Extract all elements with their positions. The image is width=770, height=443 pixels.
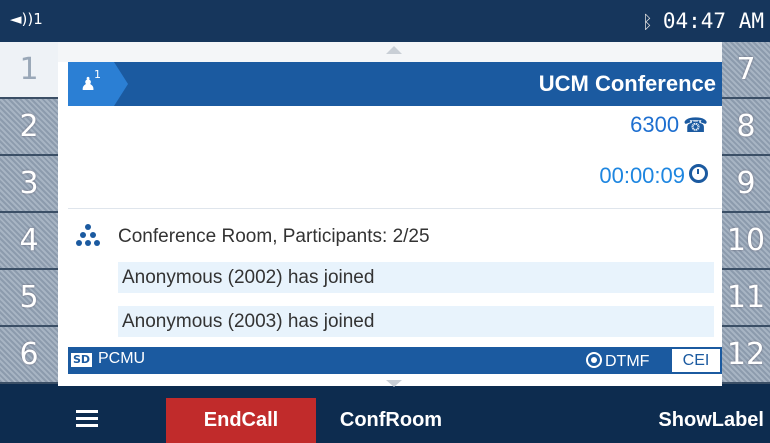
scroll-down-icon[interactable]: [386, 380, 402, 387]
dtmf-label: DTMF: [605, 353, 650, 370]
conference-info: Conference Room, Participants: 2/25: [118, 226, 430, 247]
call-number-row: 6300 ☎: [630, 112, 708, 138]
call-title: UCM Conference: [538, 71, 716, 96]
badge-arrow: [114, 62, 128, 106]
confroom-button[interactable]: ConfRoom: [316, 398, 466, 443]
phone-icon: ☎: [683, 115, 708, 137]
volume-indicator: ◄))1: [10, 10, 43, 28]
conference-icon: [76, 224, 100, 246]
participants-badge: ♟ 1: [68, 62, 114, 106]
list-item: Anonymous (2002) has joined: [118, 262, 714, 293]
line-key-7[interactable]: 7: [722, 42, 770, 99]
call-number: 6300: [630, 112, 680, 137]
list-item: Anonymous (2003) has joined: [118, 306, 714, 337]
call-info-bar: SD PCMU DTMF CEI: [68, 347, 722, 374]
line-key-4[interactable]: 4: [0, 213, 58, 270]
line-key-11[interactable]: 11: [722, 270, 770, 327]
sd-badge: SD: [71, 353, 93, 367]
line-key-10[interactable]: 10: [722, 213, 770, 270]
clock-time: 04:47 AM: [662, 9, 764, 33]
softkey-bar: EndCall ConfRoom ShowLabel: [0, 398, 770, 443]
bluetooth-icon: ᛒ: [642, 12, 653, 33]
dtmf-icon: [586, 352, 602, 368]
line-key-3[interactable]: 3: [0, 156, 58, 213]
clock-icon: [689, 164, 708, 183]
call-panel: ♟ 1 UCM Conference 6300 ☎ 00:00:09 Confer…: [58, 42, 722, 387]
call-duration: 00:00:09: [599, 163, 685, 188]
divider: [68, 208, 722, 209]
call-timer-row: 00:00:09: [599, 163, 708, 189]
line-key-8[interactable]: 8: [722, 99, 770, 156]
line-key-5[interactable]: 5: [0, 270, 58, 327]
participants-badge-count: 1: [94, 68, 101, 81]
status-right: ᛒ 04:47 AM: [642, 9, 764, 33]
scroll-up-icon[interactable]: [386, 46, 402, 54]
call-title-bar: ♟ 1 UCM Conference: [68, 62, 722, 106]
phone-screen: ◄))1 ᛒ 04:47 AM 1 2 3 4 5 6 7 8 9 10 11 1…: [0, 0, 770, 443]
line-keys-right: 7 8 9 10 11 12: [722, 42, 770, 386]
line-key-9[interactable]: 9: [722, 156, 770, 213]
menu-icon[interactable]: [76, 408, 98, 430]
line-key-2[interactable]: 2: [0, 99, 58, 156]
endcall-button[interactable]: EndCall: [166, 398, 316, 443]
line-key-12[interactable]: 12: [722, 327, 770, 384]
codec-label: PCMU: [98, 350, 146, 367]
status-bar: ◄))1 ᛒ 04:47 AM: [0, 0, 770, 42]
line-key-1[interactable]: 1: [0, 42, 58, 99]
line-keys-left: 1 2 3 4 5 6: [0, 42, 58, 386]
dtmf-indicator: DTMF: [586, 350, 649, 371]
cei-button[interactable]: CEI: [672, 349, 720, 372]
showlabel-button[interactable]: ShowLabel: [614, 398, 764, 443]
line-key-6[interactable]: 6: [0, 327, 58, 384]
